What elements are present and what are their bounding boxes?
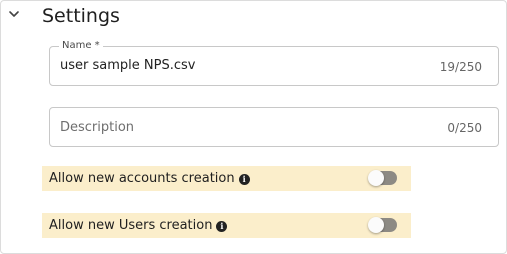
name-field-label: Name * (59, 39, 103, 53)
section-title: Settings (42, 5, 120, 27)
info-icon[interactable]: i (238, 174, 250, 185)
toggle-label-accounts: Allow new accounts creation i (49, 170, 250, 187)
description-placeholder[interactable]: Description (60, 119, 134, 137)
toggle-knob (368, 217, 384, 233)
toggle-row-users: Allow new Users creation i (42, 213, 411, 238)
toggle-row-accounts: Allow new accounts creation i (42, 166, 411, 191)
accounts-creation-toggle[interactable] (368, 170, 397, 186)
toggle-label-users: Allow new Users creation i (49, 217, 228, 234)
chevron-down-icon[interactable] (7, 7, 21, 21)
info-icon[interactable]: i (216, 221, 228, 232)
description-field[interactable]: Description 0/250 (49, 107, 499, 147)
toggle-label-users-text: Allow new Users creation (49, 218, 213, 233)
name-field[interactable]: Name * user sample NPS.csv 19/250 (49, 39, 499, 86)
settings-panel: Settings Name * user sample NPS.csv 19/2… (0, 0, 507, 254)
toggle-label-accounts-text: Allow new accounts creation (49, 171, 235, 186)
name-field-value[interactable]: user sample NPS.csv (60, 57, 195, 75)
description-char-counter: 0/250 (447, 121, 482, 135)
name-char-counter: 19/250 (439, 60, 482, 74)
toggle-knob (368, 170, 384, 186)
users-creation-toggle[interactable] (368, 217, 397, 233)
